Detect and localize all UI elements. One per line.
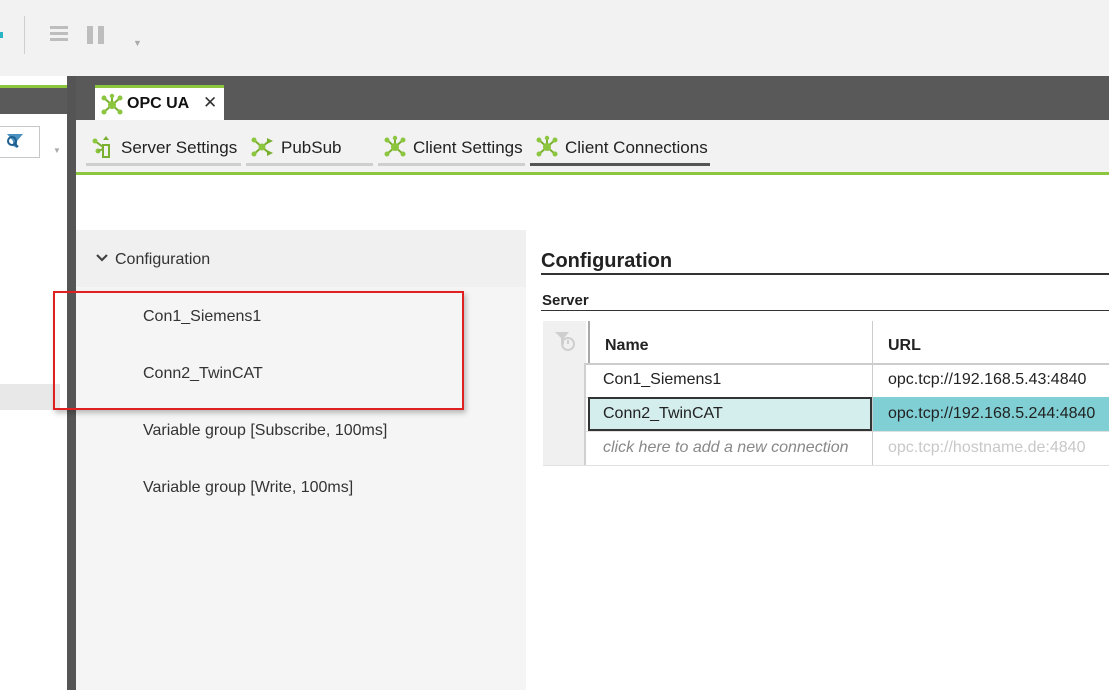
pause-icon[interactable] xyxy=(87,26,105,44)
subtab-label: Server Settings xyxy=(121,138,238,157)
dropdown-caret-icon[interactable]: ▼ xyxy=(133,38,142,48)
list-icon[interactable] xyxy=(50,26,68,44)
subtab-server-settings[interactable]: Server Settings xyxy=(86,133,241,166)
table-header: Name URL xyxy=(543,321,1109,365)
tree-header[interactable]: Configuration xyxy=(76,230,526,287)
row-header[interactable] xyxy=(543,397,586,431)
tree-item-variable-group-subscribe[interactable]: Variable group [Subscribe, 100ms] xyxy=(143,422,387,440)
cell-url[interactable]: opc.tcp://192.168.5.244:4840 xyxy=(872,397,1109,431)
top-toolbar: ▼ xyxy=(0,0,1109,77)
highlight-box xyxy=(53,291,464,410)
row-header[interactable] xyxy=(543,363,586,397)
close-icon[interactable]: ✕ xyxy=(203,93,217,113)
column-header-url[interactable]: URL xyxy=(872,321,1109,363)
new-connection-placeholder: click here to add a new connection xyxy=(603,439,849,456)
subtab-label: PubSub xyxy=(281,138,342,157)
column-header-name[interactable]: Name xyxy=(588,321,874,363)
table-row[interactable]: Con1_Siemens1 opc.tcp://192.168.5.43:484… xyxy=(543,363,1109,398)
cell-name[interactable]: click here to add a new connection xyxy=(588,431,872,465)
chevron-down-icon[interactable]: ▼ xyxy=(53,146,61,155)
cell-text: opc.tcp://192.168.5.244:4840 xyxy=(888,405,1096,422)
column-label: Name xyxy=(605,337,649,354)
tab-label: OPC UA xyxy=(127,95,190,112)
tab-strip: OPC UA ✕ xyxy=(76,76,1109,120)
network-node-icon xyxy=(101,93,123,115)
configuration-panel: Configuration Server Name URL Con1_Sieme… xyxy=(541,230,1109,690)
network-node-icon xyxy=(536,135,558,157)
section-divider xyxy=(541,310,1109,311)
subtab-label: Client Settings xyxy=(413,138,523,157)
cell-text: Con1_Siemens1 xyxy=(603,371,722,388)
subtab-pubsub[interactable]: PubSub xyxy=(246,133,373,166)
cell-url[interactable]: opc.tcp://192.168.5.43:4840 xyxy=(872,363,1109,397)
cell-text: Conn2_TwinCAT xyxy=(603,405,723,422)
filter-button[interactable] xyxy=(0,126,40,158)
chevron-down-icon xyxy=(96,254,108,262)
subtab-client-settings[interactable]: Client Settings xyxy=(378,133,525,166)
tree-item-variable-group-write[interactable]: Variable group [Write, 100ms] xyxy=(143,479,353,497)
toolbar-edge-mark xyxy=(0,32,3,38)
column-label: URL xyxy=(888,337,921,354)
section-title: Server xyxy=(542,292,589,309)
row-header[interactable] xyxy=(543,431,586,465)
title-divider xyxy=(541,273,1109,275)
pubsub-icon xyxy=(251,137,273,157)
tab-opc-ua[interactable]: OPC UA ✕ xyxy=(95,85,224,120)
server-settings-icon xyxy=(92,136,110,158)
cell-name[interactable]: Conn2_TwinCAT xyxy=(588,397,872,431)
network-node-icon xyxy=(384,135,406,157)
cell-text: opc.tcp://192.168.5.43:4840 xyxy=(888,371,1087,388)
page-title: Configuration xyxy=(541,250,673,272)
url-placeholder: opc.tcp://hostname.de:4840 xyxy=(888,439,1086,456)
left-selected-row[interactable] xyxy=(0,384,60,410)
table-corner[interactable] xyxy=(543,321,586,363)
filter-icon xyxy=(7,134,23,148)
filter-reset-icon xyxy=(555,332,575,351)
subtab-bar: Server Settings PubSub Client Settings C… xyxy=(76,120,1109,175)
tree-header-label: Configuration xyxy=(115,251,211,268)
toolbar-separator xyxy=(24,16,25,54)
cell-url[interactable]: opc.tcp://hostname.de:4840 xyxy=(872,431,1109,465)
subtab-client-connections[interactable]: Client Connections xyxy=(530,133,710,166)
new-connection-row[interactable]: click here to add a new connection opc.t… xyxy=(543,431,1109,466)
cell-name[interactable]: Con1_Siemens1 xyxy=(588,363,872,397)
left-pane-header xyxy=(0,88,67,114)
table-row-selected[interactable]: Conn2_TwinCAT opc.tcp://192.168.5.244:48… xyxy=(543,397,1109,432)
subtab-label: Client Connections xyxy=(565,138,708,157)
